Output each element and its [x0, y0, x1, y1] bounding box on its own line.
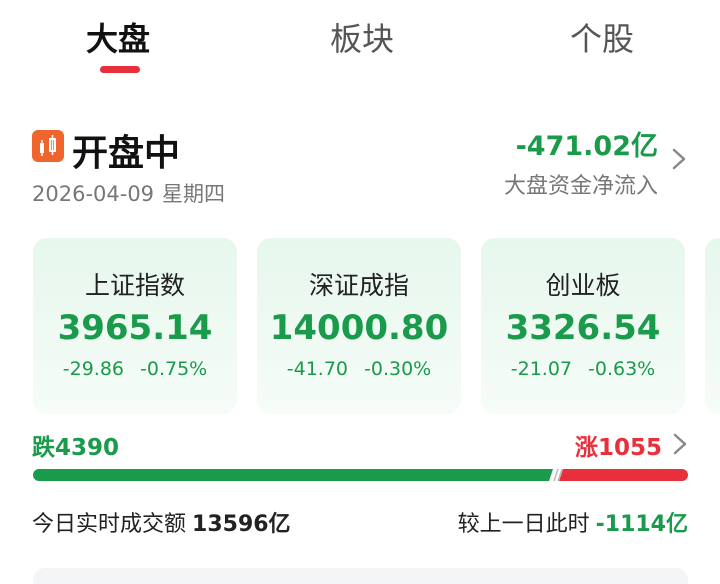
rising-count[interactable]: 涨1055	[575, 428, 662, 462]
turnover-compare-label: 较上一日此时	[457, 512, 590, 537]
turnover-label: 今日实时成交额	[32, 512, 187, 537]
tab-bar: 大盘 板块 个股	[0, 0, 720, 82]
neutral-stripe	[553, 469, 559, 481]
chevron-right-icon[interactable]	[670, 432, 690, 456]
index-card-shenzhen[interactable]: 深证成指 14000.80 -41.70 -0.30%	[257, 238, 461, 414]
index-changes: -29.86 -0.75%	[33, 358, 237, 380]
tab-market[interactable]: 大盘	[86, 14, 150, 60]
tab-stocks[interactable]: 个股	[570, 14, 634, 60]
turnover-compare-value: -1114亿	[595, 512, 688, 537]
date-text: 2026-04-09	[32, 182, 155, 206]
tab-sectors[interactable]: 板块	[330, 14, 394, 60]
net-flow-label[interactable]: 大盘资金净流入	[504, 168, 658, 200]
index-name: 创业板	[545, 271, 621, 300]
index-card-chinext[interactable]: 创业板 3326.54 -21.07 -0.63%	[481, 238, 685, 414]
index-change-pct: -0.75%	[140, 358, 208, 380]
falling-count: 跌4390	[32, 435, 120, 461]
index-value: 3326.54	[505, 308, 661, 348]
market-status-title: 开盘中	[72, 133, 181, 174]
active-tab-indicator	[100, 66, 140, 73]
index-name: 上证指数	[84, 271, 185, 300]
breadth-bar	[33, 469, 688, 481]
rising-segment	[559, 469, 688, 481]
turnover-summary: 今日实时成交额 13596亿	[32, 506, 291, 538]
index-card-shanghai[interactable]: 上证指数 3965.14 -29.86 -0.75%	[33, 238, 237, 414]
falling-segment	[33, 469, 554, 481]
index-change-pct: -0.63%	[588, 358, 656, 380]
index-value: 14000.80	[269, 308, 449, 348]
index-change-pct: -0.30%	[364, 358, 432, 380]
index-changes: -21.07 -0.63%	[481, 358, 685, 380]
market-date: 2026-04-09 星期四	[32, 178, 225, 208]
chevron-right-icon[interactable]	[668, 146, 690, 172]
turnover-value: 13596亿	[192, 512, 291, 537]
index-change: -21.07	[510, 358, 573, 380]
index-change: -29.86	[62, 358, 125, 380]
index-name: 深证成指	[308, 271, 409, 300]
candlestick-icon	[32, 130, 64, 162]
index-value: 3965.14	[57, 308, 213, 348]
net-flow-value[interactable]: -471.02亿	[516, 124, 658, 163]
index-changes: -41.70 -0.30%	[257, 358, 461, 380]
index-change: -41.70	[286, 358, 349, 380]
turnover-compare: 较上一日此时 -1114亿	[458, 506, 688, 538]
index-card-partial[interactable]	[705, 238, 720, 414]
weekday-text: 星期四	[162, 182, 226, 206]
next-section-card	[33, 568, 688, 584]
